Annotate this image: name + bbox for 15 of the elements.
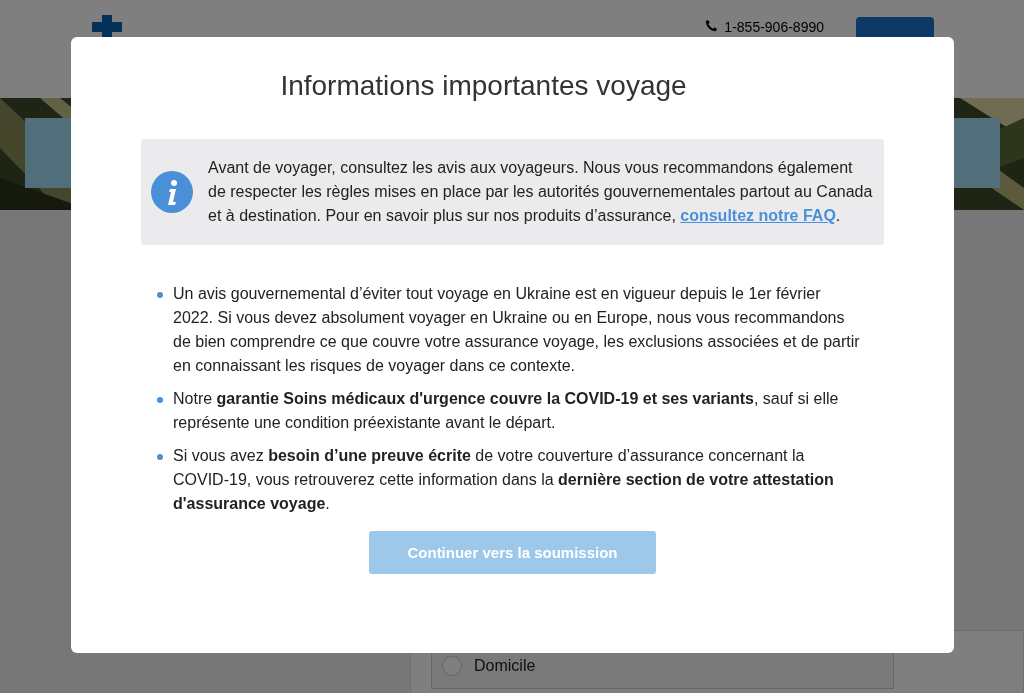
notice-text: Avant de voyager, consultez les avis aux voyageurs. Nous vous recommandons également de respecter les règles mises en place par les autorités gouvernementales partout au Canada et à destination. Pour en savoir plus sur nos produits d’assurance, consultez notre FAQ. bbox=[208, 158, 874, 226]
faq-link[interactable]: consultez notre FAQ bbox=[680, 207, 836, 224]
phone-icon bbox=[705, 19, 719, 32]
modal-title: Informations importantes voyage bbox=[279, 70, 688, 102]
phone-number[interactable]: 1-855-906-8990 bbox=[724, 19, 824, 35]
bullet-text: Si vous avez besoin d’une preuve écrite de votre couverture d’assurance concernant la COVID-19, vous retrouverez cette information dans la dernière section de votre attestation d'assurance voyage. bbox=[173, 446, 835, 514]
radio-button[interactable] bbox=[442, 656, 462, 676]
bullet-icon bbox=[157, 397, 163, 403]
bullet-icon bbox=[157, 454, 163, 460]
info-icon bbox=[151, 171, 193, 213]
option-label: Domicile bbox=[474, 657, 536, 675]
cross-icon bbox=[92, 15, 122, 37]
bullet-icon bbox=[157, 292, 163, 298]
bullet-text: Notre garantie Soins médicaux d'urgence couvre la COVID-19 et ses variants, sauf si elle représente une condition préexistante avant le départ. bbox=[173, 389, 840, 433]
bullet-text: Un avis gouvernemental d’éviter tout voyage en Ukraine est en vigueur depuis le 1er février 2022. Si vous devez absolument voyager en Ukraine ou en Europe, nous vous recommandons de bien comprendre ce que couvre votre assurance voyage, les exclusions associées et de partir en connaissant les risques de voyager dans ce contexte. bbox=[173, 284, 861, 376]
